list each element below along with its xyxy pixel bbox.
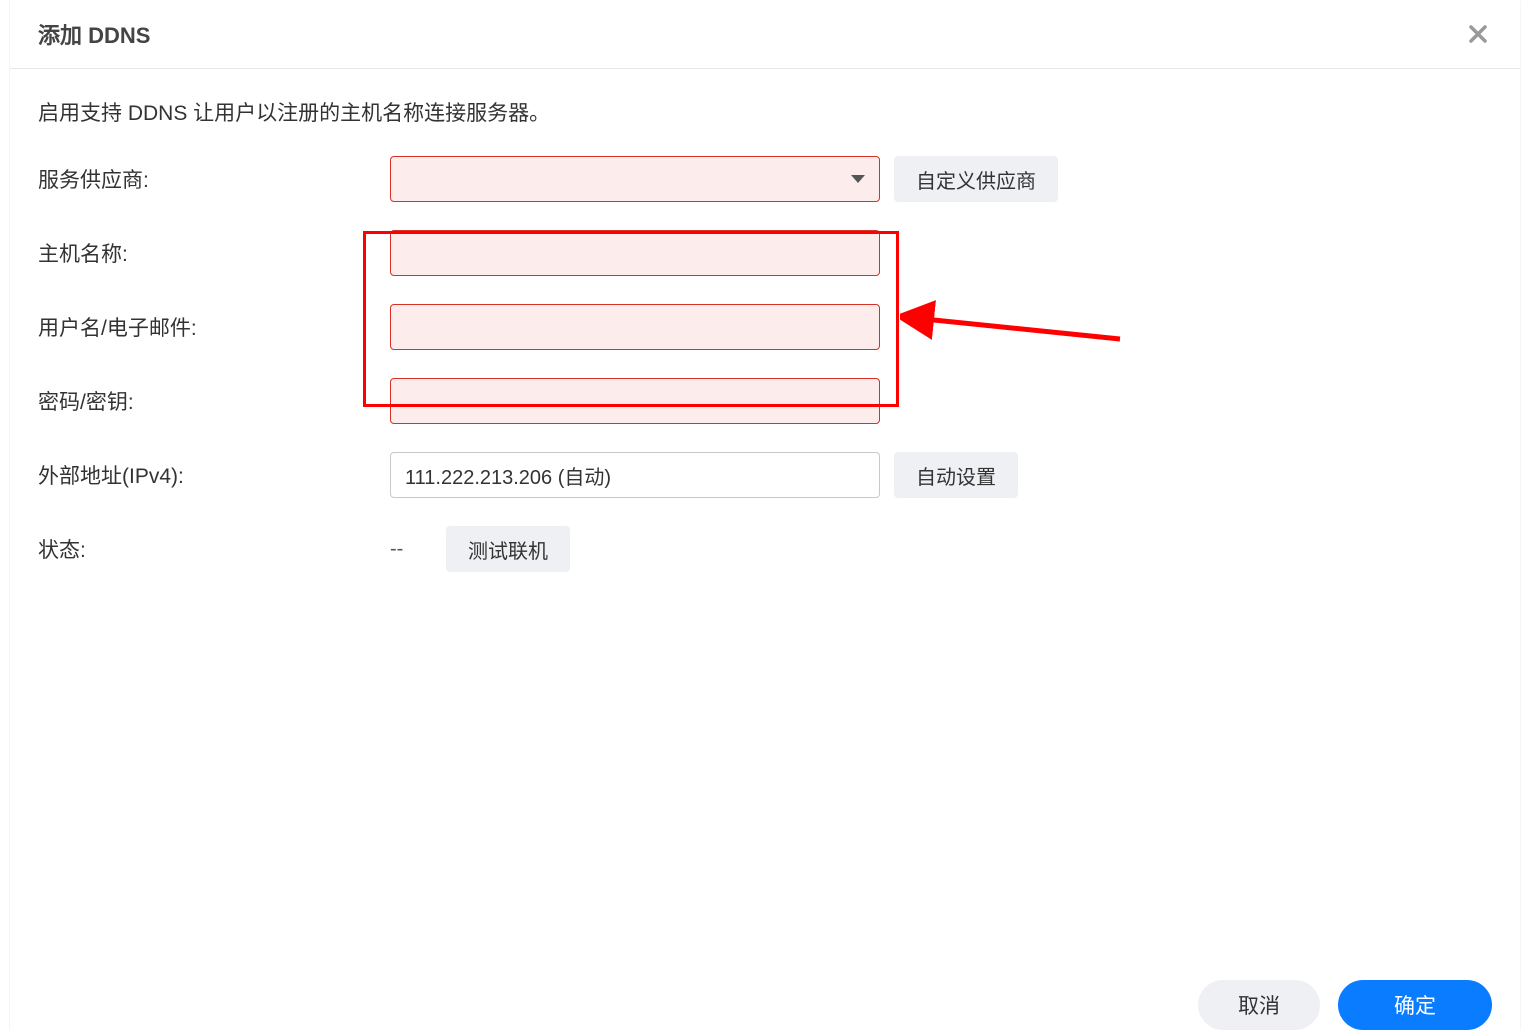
row-external-ipv4: 外部地址(IPv4): 自动设置 <box>38 445 1492 505</box>
dialog-body: 启用支持 DDNS 让用户以注册的主机名称连接服务器。 服务供应商: 自定义供应… <box>10 69 1520 964</box>
row-user-email: 用户名/电子邮件: <box>38 297 1492 357</box>
test-connection-button[interactable]: 测试联机 <box>446 526 570 572</box>
label-password: 密码/密钥: <box>38 380 390 422</box>
label-status: 状态: <box>38 528 390 570</box>
dialog-footer: 取消 确定 <box>10 964 1520 1030</box>
auto-set-button[interactable]: 自动设置 <box>894 452 1018 498</box>
label-external-ipv4: 外部地址(IPv4): <box>38 454 390 496</box>
provider-select[interactable] <box>390 156 880 202</box>
custom-provider-button[interactable]: 自定义供应商 <box>894 156 1058 202</box>
row-status: 状态: -- 测试联机 <box>38 519 1492 579</box>
add-ddns-dialog: 添加 DDNS 启用支持 DDNS 让用户以注册的主机名称连接服务器。 服务供应… <box>10 0 1520 1030</box>
user-email-input[interactable] <box>390 304 880 350</box>
ok-button[interactable]: 确定 <box>1338 980 1492 1030</box>
row-password: 密码/密钥: <box>38 371 1492 431</box>
row-provider: 服务供应商: 自定义供应商 <box>38 149 1492 209</box>
password-input[interactable] <box>390 378 880 424</box>
hostname-input[interactable] <box>390 230 880 276</box>
chevron-down-icon <box>851 175 865 183</box>
label-user-email: 用户名/电子邮件: <box>38 306 390 348</box>
status-value: -- <box>390 538 446 561</box>
close-icon[interactable] <box>1464 20 1492 48</box>
cancel-button[interactable]: 取消 <box>1198 980 1320 1030</box>
label-hostname: 主机名称: <box>38 232 390 274</box>
dialog-description: 启用支持 DDNS 让用户以注册的主机名称连接服务器。 <box>38 97 1492 127</box>
row-hostname: 主机名称: <box>38 223 1492 283</box>
label-provider: 服务供应商: <box>38 158 390 200</box>
dialog-title: 添加 DDNS <box>38 18 150 50</box>
dialog-header: 添加 DDNS <box>10 0 1520 69</box>
external-ipv4-input[interactable] <box>390 452 880 498</box>
